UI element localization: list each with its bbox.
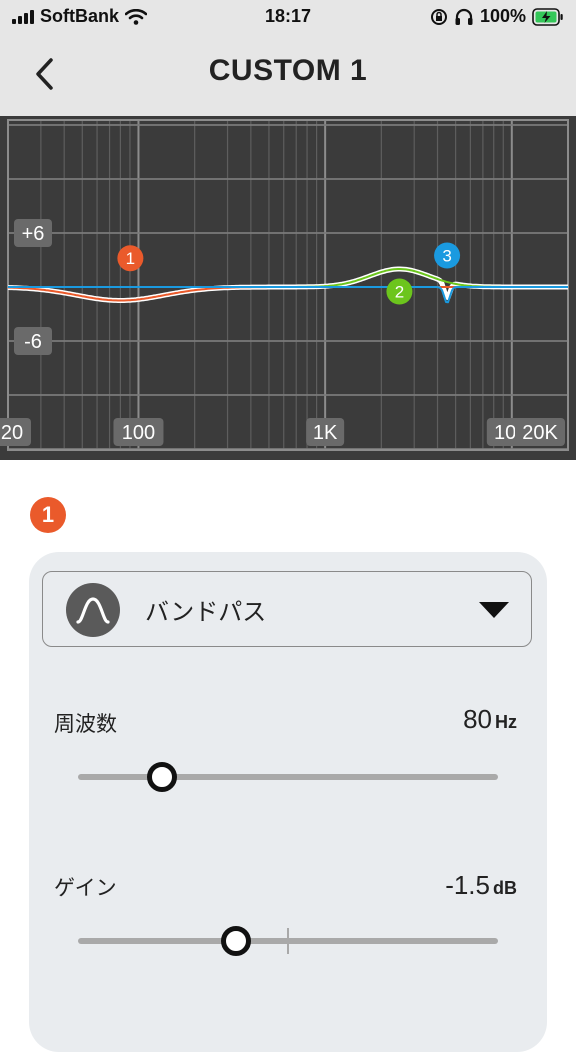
status-left: SoftBank xyxy=(12,6,148,27)
gain-value: -1.5 dB xyxy=(445,870,517,901)
filter-type-select[interactable]: バンドパス xyxy=(42,571,532,647)
gain-label-plus6-text: +6 xyxy=(22,223,45,245)
freq-label-20-text: 20 xyxy=(1,422,23,444)
gain-label-plus6: +6 xyxy=(14,219,52,247)
eq-band-3-marker-label: 3 xyxy=(442,247,451,266)
eq-band-1-marker: 1 xyxy=(117,245,144,272)
frequency-value: 80 Hz xyxy=(463,704,517,735)
frequency-slider-thumb[interactable] xyxy=(147,762,177,792)
bandpass-curve-icon xyxy=(66,583,120,637)
signal-icon xyxy=(12,9,34,24)
gain-value-number: -1.5 xyxy=(445,870,490,900)
gain-label-minus6: -6 xyxy=(14,327,52,355)
frequency-unit: Hz xyxy=(495,712,517,732)
status-right: 100% xyxy=(430,6,564,27)
gain-slider-center-tick xyxy=(287,928,289,954)
freq-label-20k: 20K xyxy=(515,418,565,446)
selected-band-badge: 1 xyxy=(30,497,66,533)
battery-percent: 100% xyxy=(479,6,526,26)
gain-label: ゲイン xyxy=(54,876,117,900)
eq-band-2-marker: 2 xyxy=(386,278,413,305)
gain-slider-thumb[interactable] xyxy=(220,926,251,956)
status-bar: SoftBank 18:17 100% xyxy=(0,0,576,34)
eq-band-2-marker-label: 2 xyxy=(395,283,404,302)
eq-graph-canvas: +6-620 100 1K 10K20K 123 xyxy=(0,119,569,451)
header: CUSTOM 1 xyxy=(0,34,576,116)
freq-label-100-text: 100 xyxy=(122,422,155,444)
frequency-slider-track[interactable] xyxy=(78,774,498,780)
dropdown-arrow-icon xyxy=(479,602,509,618)
eq-total-curve xyxy=(7,266,569,303)
band-settings-panel: バンドパス 周波数 80 Hz ゲイン -1.5 dB xyxy=(29,552,547,1052)
filter-type-label: バンドパス xyxy=(145,598,267,626)
chevron-left-icon xyxy=(36,58,53,90)
freq-label-20: 20 xyxy=(0,418,31,446)
page-title: CUSTOM 1 xyxy=(208,54,368,87)
eq-graph[interactable]: +6 -6 20 100 1K 10K 20K 123 xyxy=(0,116,576,460)
wifi-icon xyxy=(125,8,148,25)
eq-band-3-marker: 3 xyxy=(434,242,461,269)
gain-label-minus6-text: -6 xyxy=(24,331,42,353)
freq-label-1k-text: 1K xyxy=(313,422,338,444)
frequency-label: 周波数 xyxy=(54,712,117,736)
battery-charging-icon xyxy=(532,7,563,26)
freq-label-20k-text: 20K xyxy=(522,422,558,444)
gain-unit: dB xyxy=(493,878,517,898)
eq-band-1-marker-label: 1 xyxy=(126,249,135,268)
headphones-icon xyxy=(455,8,473,25)
frequency-value-number: 80 xyxy=(463,704,492,734)
carrier-name: SoftBank xyxy=(40,6,120,26)
back-button[interactable] xyxy=(24,52,64,96)
orientation-lock-icon xyxy=(430,8,447,25)
freq-label-100: 100 xyxy=(113,418,164,446)
freq-label-1k: 1K xyxy=(306,418,345,446)
